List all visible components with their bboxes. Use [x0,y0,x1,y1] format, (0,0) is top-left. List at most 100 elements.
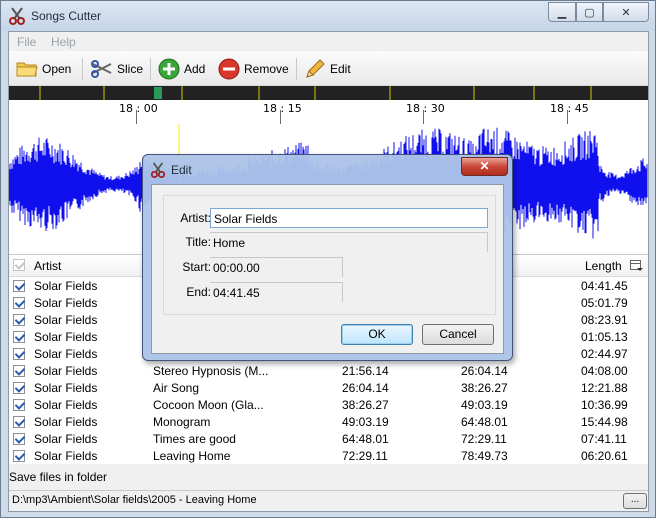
row-checkbox[interactable] [13,416,25,428]
row-checkbox[interactable] [13,399,25,411]
row-artist: Solar Fields [34,432,98,446]
select-all-checkbox[interactable] [13,259,25,271]
dialog-title: Edit [171,163,192,177]
open-button[interactable]: Open [16,57,71,81]
title-bar[interactable]: Songs Cutter ▁ ▢ ✕ [1,1,655,31]
row-title: Monogram [153,415,211,429]
table-row[interactable]: Solar Fields Leaving Home 72:29.11 78:49.73… [9,448,648,465]
row-checkbox[interactable] [13,348,25,360]
add-button[interactable]: Add [158,57,205,81]
row-end: 38:26.27 [461,381,508,395]
row-checkbox[interactable] [13,433,25,445]
row-start: 21:56.14 [342,364,389,378]
ok-button[interactable]: OK [341,324,413,345]
row-length: 08:23.91 [581,313,628,327]
row-artist: Solar Fields [34,415,98,429]
maximize-button[interactable]: ▢ [576,2,603,22]
minimize-button[interactable]: ▁ [548,2,576,22]
row-length: 01:05.13 [581,330,628,344]
start-label: Start: [182,260,211,274]
row-title: Air Song [153,381,200,395]
start-field[interactable]: 00:00.00 [210,257,343,277]
artist-field[interactable]: Solar Fields [210,208,488,228]
column-header-artist[interactable]: Artist [34,259,61,273]
close-icon: ✕ [621,6,631,19]
timeline-strip[interactable] [9,86,648,100]
row-length: 04:41.45 [581,279,628,293]
folder-path-field[interactable]: D:\mp3\Ambient\Solar fields\2005 - Leavi… [9,490,648,511]
ruler-tick [423,110,424,124]
title-field[interactable]: Home [210,232,488,252]
row-artist: Solar Fields [34,279,98,293]
close-icon: ✕ [479,159,490,173]
row-checkbox[interactable] [13,382,25,394]
row-checkbox[interactable] [13,314,25,326]
time-ruler: 18 : 00 18 : 15 18 : 30 18 : 45 [9,100,648,124]
row-length: 12:21.88 [581,381,628,395]
row-start: 38:26.27 [342,398,389,412]
menu-file[interactable]: File [17,35,36,49]
browse-button[interactable]: ... [623,493,647,509]
minimize-icon: ▁ [557,6,567,19]
row-length: 04:08.00 [581,364,628,378]
row-artist: Solar Fields [34,296,98,310]
row-length: 15:44.98 [581,415,628,429]
remove-label: Remove [244,62,289,76]
ruler-tick-label: 18 : 15 [263,102,302,115]
pencil-icon [306,59,325,78]
row-artist: Solar Fields [34,381,98,395]
timeline-markers [39,86,592,100]
save-folder-label: Save files in folder [9,470,108,484]
menu-bar: File Help [9,32,648,51]
ruler-tick [567,110,568,124]
plus-icon [158,58,180,80]
edit-button[interactable]: Edit [304,57,351,81]
ruler-tick [280,110,281,124]
column-header-length[interactable]: Length [585,259,622,273]
scissors-app-icon [150,162,166,178]
open-label: Open [42,62,72,76]
slice-button[interactable]: Slice [91,57,143,81]
row-checkbox[interactable] [13,331,25,343]
close-button[interactable]: ✕ [603,2,649,22]
track-fields-group: Artist: Solar Fields Title: Home Start: … [163,195,496,315]
scissors-app-icon [9,7,25,25]
row-checkbox[interactable] [13,297,25,309]
edit-dialog: Edit ✕ Artist: Solar Fields Title: Home … [142,154,513,361]
cancel-button[interactable]: Cancel [422,324,494,345]
row-length: 07:41.11 [581,432,627,446]
column-chooser-icon[interactable] [630,260,643,272]
table-row[interactable]: Solar Fields Stereo Hypnosis (M... 21:56.1… [9,363,648,380]
toolbar-separator [150,58,151,80]
dialog-close-button[interactable]: ✕ [461,157,508,176]
window-title: Songs Cutter [31,9,102,23]
ruler-tick-label: 18 : 00 [119,102,158,115]
row-artist: Solar Fields [34,398,98,412]
row-title: Leaving Home [153,449,231,463]
row-end: 64:48.01 [461,415,508,429]
row-end: 49:03.19 [461,398,508,412]
ruler-tick-label: 18 : 30 [406,102,445,115]
end-label: End: [186,285,211,299]
add-label: Add [184,62,206,76]
row-start: 64:48.01 [342,432,389,446]
table-row[interactable]: Solar Fields Cocoon Moon (Gla... 38:26.27 4… [9,397,648,414]
row-start: 72:29.11 [342,449,388,463]
row-artist: Solar Fields [34,347,98,361]
end-field[interactable]: 04:41.45 [210,282,343,302]
row-end: 72:29.11 [461,432,507,446]
table-row[interactable]: Solar Fields Monogram 49:03.19 64:48.01 15:4… [9,414,648,431]
menu-help[interactable]: Help [51,35,76,49]
row-checkbox[interactable] [13,365,25,377]
scissors-icon [91,60,112,78]
row-checkbox[interactable] [13,280,25,292]
row-artist: Solar Fields [34,313,98,327]
table-row[interactable]: Solar Fields Air Song 26:04.14 38:26.27 12:2… [9,380,648,397]
row-start: 49:03.19 [342,415,389,429]
row-checkbox[interactable] [13,450,25,462]
title-label: Title: [185,235,211,249]
row-length: 06:20.61 [581,449,628,463]
remove-button[interactable]: Remove [218,57,289,81]
row-artist: Solar Fields [34,449,98,463]
table-row[interactable]: Solar Fields Times are good 64:48.01 72:29.… [9,431,648,448]
